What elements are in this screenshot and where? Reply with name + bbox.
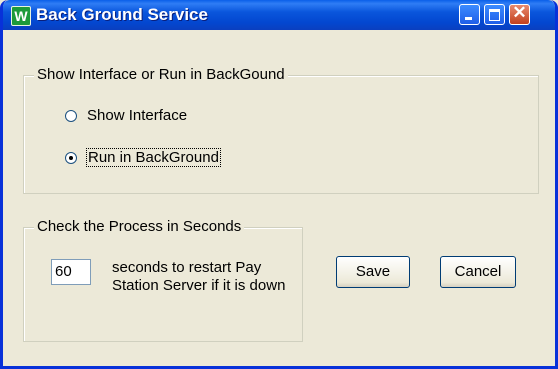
seconds-description: seconds to restart Pay Station Server if… — [112, 259, 286, 294]
radio-label: Run in BackGround — [86, 148, 221, 167]
close-button[interactable]: ✕ — [509, 3, 530, 25]
process-group-legend: Check the Process in Seconds — [34, 218, 245, 235]
minimize-button[interactable] — [459, 4, 480, 25]
radio-run-in-background[interactable]: Run in BackGround — [65, 148, 221, 167]
radio-label: Show Interface — [87, 107, 188, 124]
radio-button-checked-icon[interactable] — [65, 151, 77, 164]
mode-groupbox: Show Interface or Run in BackGound — [23, 66, 539, 194]
radio-button-icon[interactable] — [65, 109, 77, 122]
close-icon: ✕ — [512, 3, 527, 22]
maximize-button[interactable] — [484, 4, 505, 25]
title-bar[interactable]: W Back Ground Service ✕ — [3, 0, 555, 30]
dialog-window: W Back Ground Service ✕ Show Interface o… — [0, 0, 558, 369]
app-w-icon: W — [11, 6, 31, 26]
window-title: Back Ground Service — [36, 5, 208, 24]
save-button[interactable]: Save — [336, 256, 410, 288]
cancel-button[interactable]: Cancel — [440, 256, 516, 288]
radio-show-interface[interactable]: Show Interface — [65, 107, 187, 124]
mode-group-legend: Show Interface or Run in BackGound — [34, 66, 288, 83]
seconds-input[interactable]: 60 — [51, 259, 91, 285]
